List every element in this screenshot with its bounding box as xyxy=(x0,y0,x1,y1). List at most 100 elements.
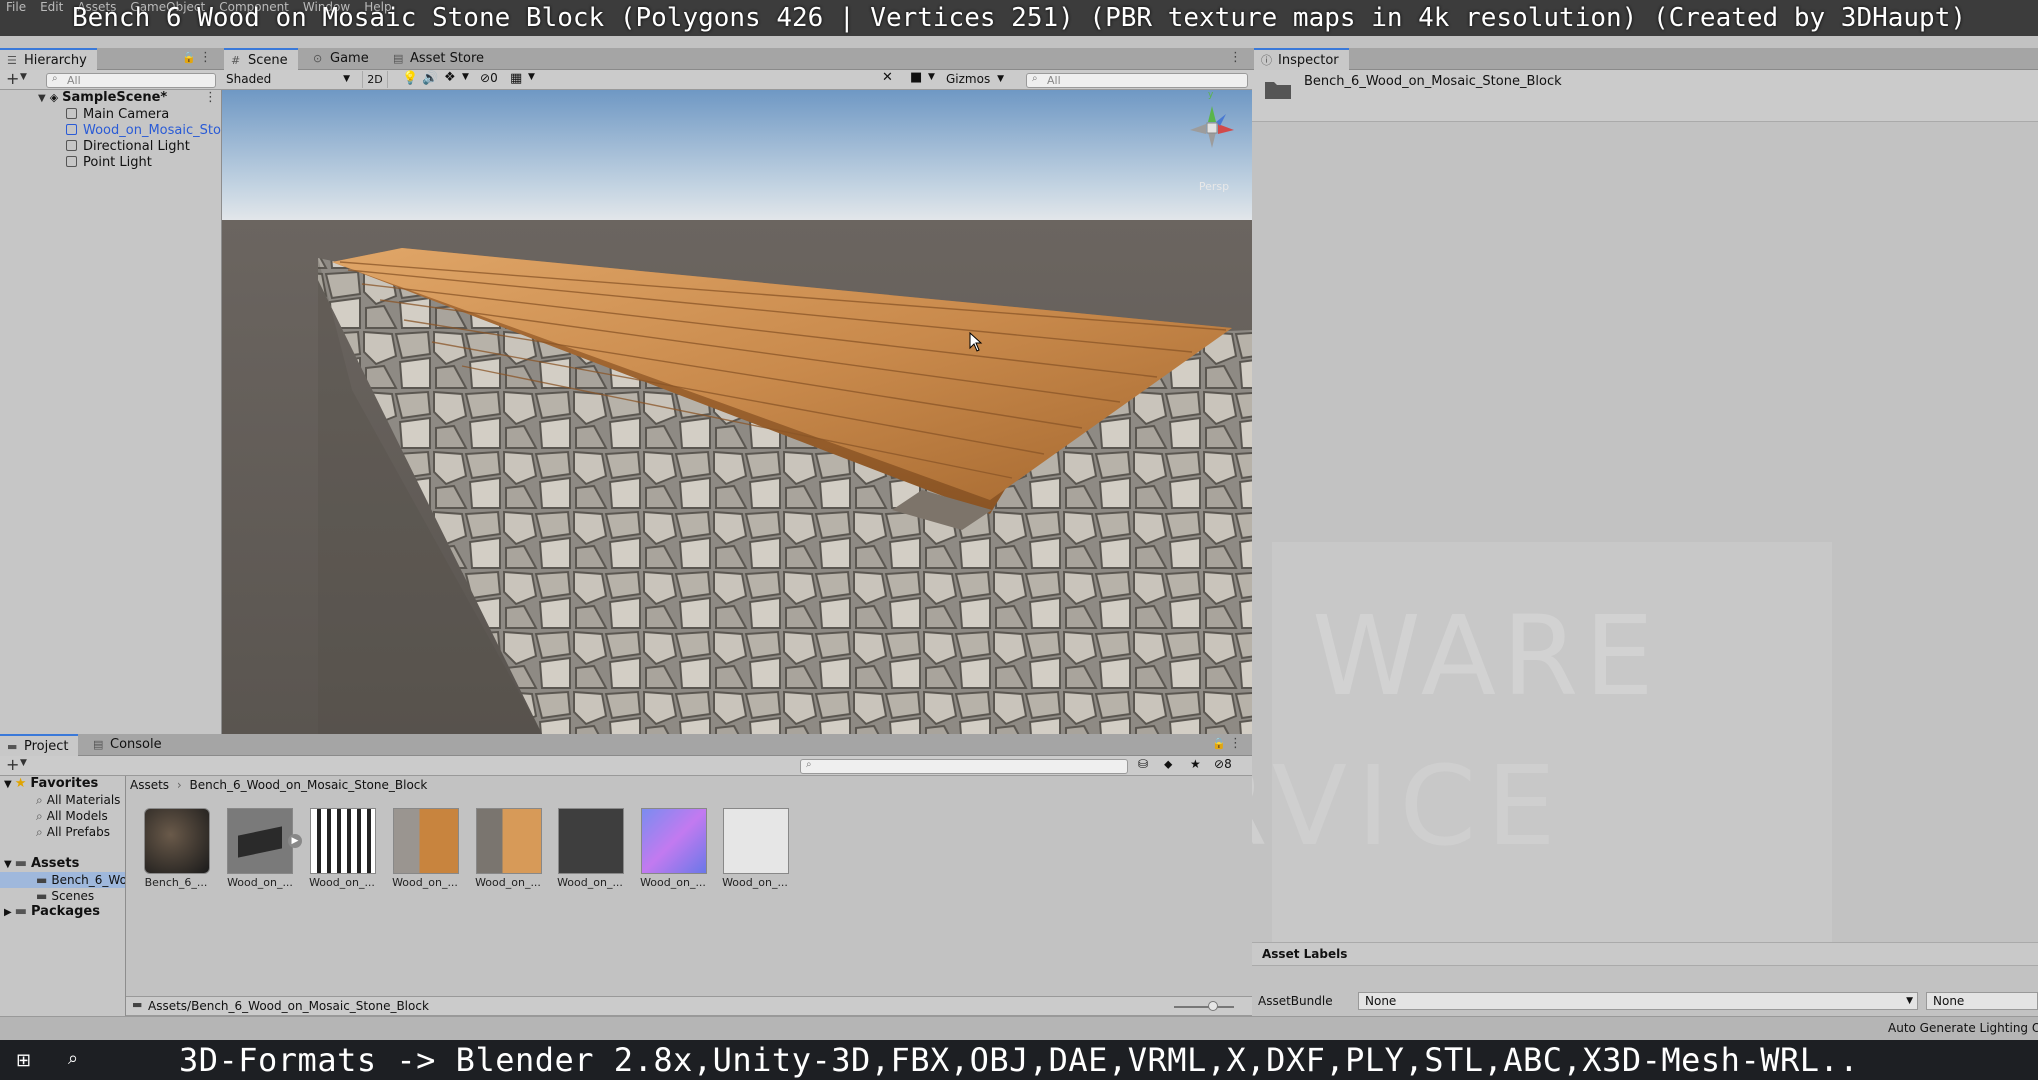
asset-thumbnail-texture-5[interactable] xyxy=(723,808,789,874)
chevron-down-icon[interactable]: ▼ xyxy=(20,72,27,82)
effects-toggle-icon[interactable]: ❖ xyxy=(444,70,456,85)
breadcrumb-bench-folder[interactable]: Bench_6_Wood_on_Mosaic_Stone_Block xyxy=(190,778,428,792)
lighting-toggle-icon[interactable]: 💡 xyxy=(402,71,418,86)
scene-tabbar: # Scene ⊙ Game ▤ Asset Store ⋮ xyxy=(222,48,1252,70)
chevron-down-icon[interactable]: ▼ xyxy=(20,758,27,768)
star-icon[interactable]: ★ xyxy=(1190,757,1201,771)
favorite-all-prefabs[interactable]: ⌕ All Prefabs xyxy=(36,824,110,840)
tab-project[interactable]: ▬ Project xyxy=(0,734,79,756)
project-path-text: Assets/Bench_6_Wood_on_Mosaic_Stone_Bloc… xyxy=(148,999,429,1013)
video-caption: Bench 6 Wood on Mosaic Stone Block (Poly… xyxy=(71,3,1967,33)
search-icon: ⌕ xyxy=(806,759,812,770)
watermark-text-1: WARE xyxy=(1312,592,1660,720)
folder-scenes[interactable]: ▬ Scenes xyxy=(36,888,94,904)
axis-gizmo-icon xyxy=(1190,106,1234,148)
scene-root[interactable]: ▼ ◈ SampleScene* xyxy=(38,90,167,106)
expand-arrow-icon: ▶ xyxy=(4,907,12,918)
hierarchy-search-input[interactable]: All xyxy=(46,73,216,88)
asset-bundle-variant-dropdown[interactable]: None xyxy=(1926,992,2038,1010)
asset-bundle-label: AssetBundle xyxy=(1258,994,1333,1008)
camera-icon[interactable]: ■ xyxy=(910,70,922,85)
scene-menu-icon[interactable]: ⋮ xyxy=(204,90,217,105)
folder-icon: ▬ xyxy=(14,856,27,871)
thumbnail-size-slider[interactable] xyxy=(1174,1006,1234,1008)
expand-arrow-icon: ▼ xyxy=(4,859,12,870)
chevron-down-icon[interactable]: ▼ xyxy=(928,72,935,82)
search-icon: ⌕ xyxy=(1032,73,1038,84)
label-icon[interactable]: ⬥ xyxy=(1164,757,1172,772)
expand-arrow-icon[interactable]: ▼ xyxy=(38,93,46,104)
prefab-icon xyxy=(66,124,77,135)
folder-icon: ▬ xyxy=(132,998,143,1011)
assets-node[interactable]: ▼ ▬ Assets xyxy=(4,856,79,872)
packages-node[interactable]: ▶ ▬ Packages xyxy=(4,904,100,920)
hierarchy-item-directional-light[interactable]: Directional Light xyxy=(66,139,190,155)
2d-toggle-button[interactable]: 2D xyxy=(362,71,388,88)
asset-label-3: Wood_on_... xyxy=(392,876,458,889)
gameobject-icon xyxy=(66,140,77,151)
star-icon: ★ xyxy=(14,776,27,791)
chevron-down-icon[interactable]: ▼ xyxy=(528,72,535,82)
folder-icon xyxy=(1265,82,1291,99)
slider-handle[interactable] xyxy=(1208,1001,1218,1011)
lock-icon[interactable]: 🔒 xyxy=(182,51,196,64)
grid-snap-icon[interactable]: ▦ xyxy=(510,71,522,86)
favorites-node[interactable]: ▼ ★ Favorites xyxy=(4,776,98,792)
hierarchy-item-point-light[interactable]: Point Light xyxy=(66,155,152,171)
auto-lighting-status[interactable]: Auto Generate Lighting O xyxy=(1888,1021,2038,1035)
tab-game[interactable]: ⊙ Game xyxy=(306,48,379,70)
hidden-packages-icon[interactable]: ⊘8 xyxy=(1214,757,1232,771)
gameobject-icon xyxy=(66,156,77,167)
project-toolbar: + ▼ ⌕ ⛁ ⬥ ★ ⊘8 xyxy=(0,755,1252,776)
hierarchy-toolbar: + ▼ All ⌕ xyxy=(0,69,222,90)
asset-bundle-dropdown[interactable]: None ▼ xyxy=(1358,992,1918,1010)
panel-menu-icon[interactable]: ⋮ xyxy=(1229,736,1242,751)
asset-label-5: Wood_on_... xyxy=(557,876,623,889)
asset-labels-bar[interactable]: Asset Labels xyxy=(1252,942,2038,966)
panel-menu-icon[interactable]: ⋮ xyxy=(199,50,212,65)
add-icon[interactable]: + xyxy=(6,69,19,88)
expand-arrow-icon: ▼ xyxy=(4,779,12,790)
gizmos-dropdown[interactable]: Gizmos ▼ xyxy=(946,71,1006,88)
filter-type-icon[interactable]: ⛁ xyxy=(1138,757,1148,771)
audio-toggle-icon[interactable]: 🔊 xyxy=(422,71,438,86)
asset-thumbnail-model[interactable] xyxy=(227,808,293,874)
project-search-input[interactable] xyxy=(800,759,1128,774)
asset-thumbnail-normal-map[interactable] xyxy=(641,808,707,874)
search-icon: ⌕ xyxy=(52,73,58,84)
asset-label-7: Wood_on_... xyxy=(722,876,788,889)
hierarchy-item-wood-on-mosaic[interactable]: Wood_on_Mosaic_Stor xyxy=(66,123,221,139)
scene-viewport[interactable]: y Persp xyxy=(222,90,1252,734)
tab-inspector[interactable]: ⓘ Inspector xyxy=(1254,48,1349,70)
console-icon: ▤ xyxy=(93,738,104,751)
tab-scene[interactable]: # Scene xyxy=(224,48,298,70)
favorite-all-materials[interactable]: ⌕ All Materials xyxy=(36,792,120,808)
tab-hierarchy[interactable]: ☰ Hierarchy xyxy=(0,48,97,70)
tools-icon[interactable]: ✕ xyxy=(882,70,893,85)
tab-asset-store[interactable]: ▤ Asset Store xyxy=(386,48,494,70)
chevron-down-icon[interactable]: ▼ xyxy=(462,72,469,82)
search-icon: ⌕ xyxy=(36,793,43,807)
panel-menu-icon[interactable]: ⋮ xyxy=(1229,50,1242,65)
asset-thumbnail-texture-2[interactable] xyxy=(393,808,459,874)
store-icon: ▤ xyxy=(393,52,404,65)
asset-thumbnail-texture-1[interactable] xyxy=(310,808,376,874)
tab-console[interactable]: ▤ Console xyxy=(86,734,172,756)
shading-mode-dropdown[interactable]: Shaded ▼ xyxy=(226,71,354,88)
search-icon: ⌕ xyxy=(36,825,43,839)
lock-icon[interactable]: 🔒 xyxy=(1212,737,1226,750)
folder-bench-6[interactable]: ▬ Bench_6_Wo xyxy=(0,872,125,888)
orientation-gizmo[interactable]: y xyxy=(1182,90,1242,156)
hierarchy-panel: ▼ ◈ SampleScene* ⋮ Main Camera Wood_on_Mos… xyxy=(0,90,222,734)
asset-thumbnail-texture-3[interactable] xyxy=(476,808,542,874)
asset-thumbnail-texture-4[interactable] xyxy=(558,808,624,874)
projection-label[interactable]: Persp xyxy=(1184,180,1244,193)
hidden-objects-icon[interactable]: ⊘0 xyxy=(480,71,498,85)
scene-search-input[interactable]: All xyxy=(1026,73,1248,88)
asset-thumbnail-material[interactable] xyxy=(144,808,210,874)
add-icon[interactable]: + xyxy=(6,755,19,774)
expand-prefab-icon[interactable]: ▶ xyxy=(288,834,302,848)
hierarchy-item-main-camera[interactable]: Main Camera xyxy=(66,107,169,123)
favorite-all-models[interactable]: ⌕ All Models xyxy=(36,808,108,824)
breadcrumb-assets[interactable]: Assets xyxy=(130,778,169,792)
